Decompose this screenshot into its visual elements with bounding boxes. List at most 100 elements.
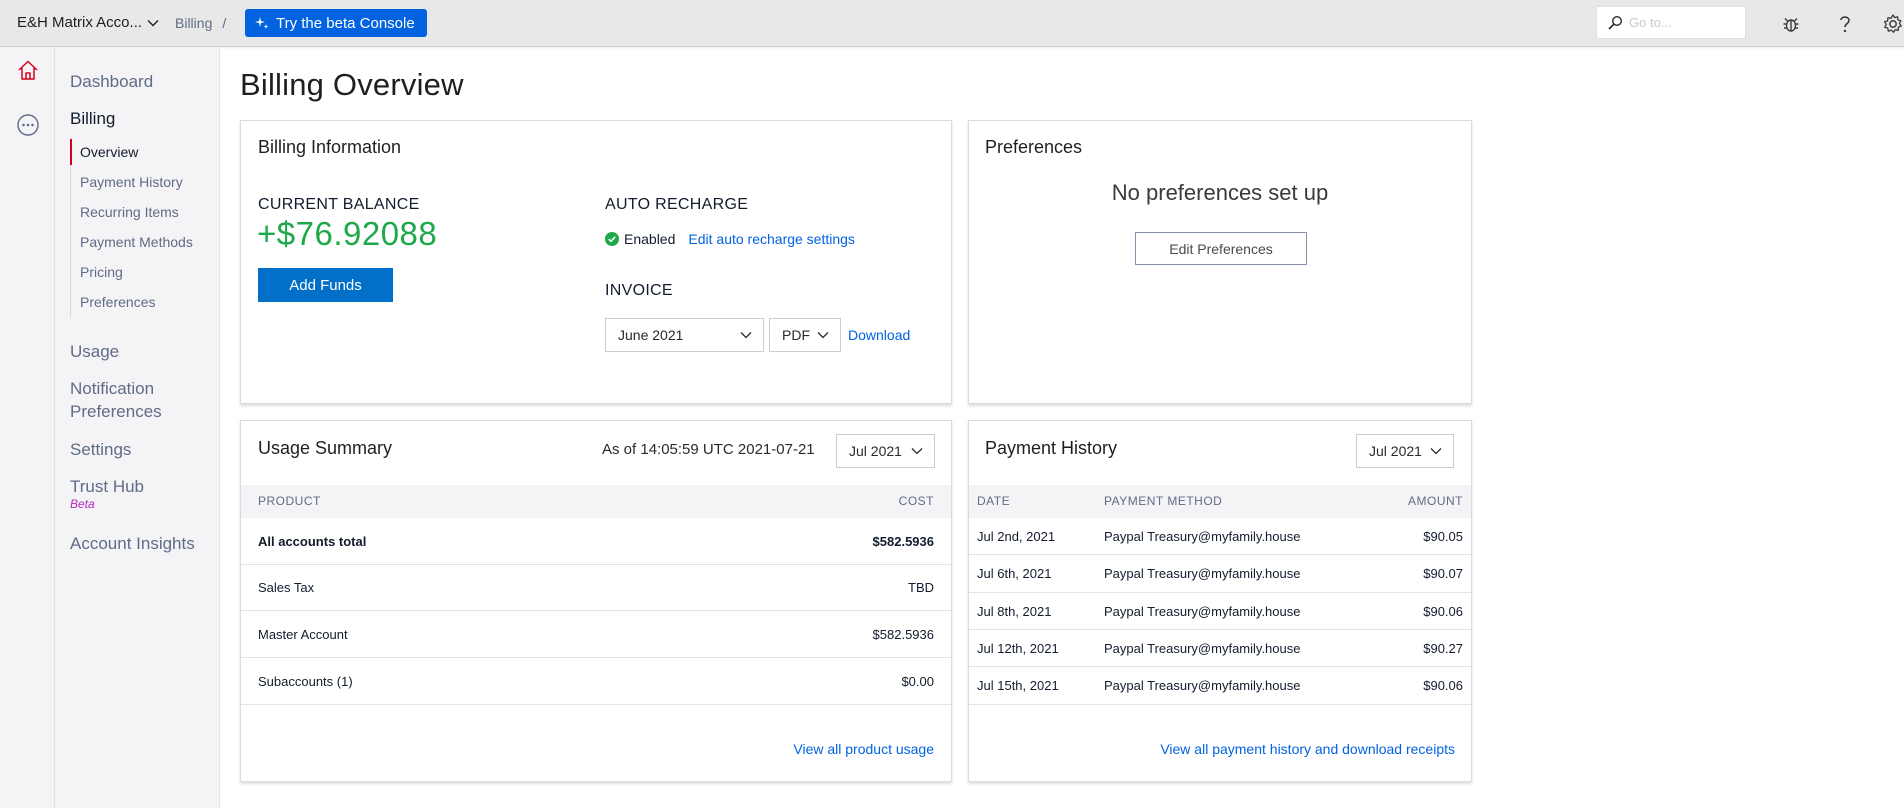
usage-summary-title: Usage Summary xyxy=(258,438,393,458)
try-beta-console-button[interactable]: Try the beta Console xyxy=(245,9,427,37)
nav-usage[interactable]: Usage xyxy=(70,340,119,363)
nav-sidebar: Dashboard Billing Overview Payment Histo… xyxy=(55,48,220,808)
invoice-month-select[interactable]: June 2021 xyxy=(605,318,764,352)
usage-product: All accounts total xyxy=(258,534,367,549)
auto-recharge-status: Enabled Edit auto recharge settings xyxy=(605,231,855,247)
nav-notification-preferences[interactable]: Notification Preferences xyxy=(70,377,162,423)
usage-cost: TBD xyxy=(908,580,934,595)
sparkle-icon xyxy=(255,17,269,29)
trust-hub-beta-badge: Beta xyxy=(70,497,95,511)
invoice-month-value: June 2021 xyxy=(618,327,684,343)
payment-date: Jul 12th, 2021 xyxy=(977,641,1059,656)
usage-cost: $582.5936 xyxy=(872,534,934,549)
edit-preferences-button[interactable]: Edit Preferences xyxy=(1135,232,1307,265)
help-icon[interactable] xyxy=(1834,13,1856,35)
top-bar: E&H Matrix Acco... Billing / Try the bet… xyxy=(0,0,1904,47)
usage-table-header: PRODUCT COST xyxy=(241,485,951,518)
chevron-down-icon xyxy=(740,332,752,339)
usage-row: Master Account $582.5936 xyxy=(241,611,951,658)
subnav-payment-methods[interactable]: Payment Methods xyxy=(71,227,210,257)
download-invoice-link[interactable]: Download xyxy=(848,327,910,343)
breadcrumb-billing[interactable]: Billing xyxy=(175,15,212,31)
payment-amount: $90.06 xyxy=(1423,604,1463,619)
beta-button-label: Try the beta Console xyxy=(276,14,415,32)
rail-more[interactable] xyxy=(0,105,55,145)
nav-billing[interactable]: Billing xyxy=(70,107,115,130)
account-name: E&H Matrix Acco... xyxy=(17,14,143,31)
payment-period-value: Jul 2021 xyxy=(1369,443,1422,459)
invoice-format-select[interactable]: PDF xyxy=(769,318,841,352)
chevron-down-icon xyxy=(911,448,923,455)
auto-recharge-label: AUTO RECHARGE xyxy=(605,196,749,213)
chevron-down-icon xyxy=(147,19,159,26)
col-product: PRODUCT xyxy=(258,494,321,508)
breadcrumb: Billing / xyxy=(175,15,226,31)
billing-subnav: Overview Payment History Recurring Items… xyxy=(70,137,210,317)
payment-date: Jul 15th, 2021 xyxy=(977,678,1059,693)
payment-period-select[interactable]: Jul 2021 xyxy=(1356,434,1454,468)
subnav-payment-history[interactable]: Payment History xyxy=(71,167,210,197)
main-content: Billing Overview Billing Information CUR… xyxy=(240,48,1904,808)
view-all-payment-history-link[interactable]: View all payment history and download re… xyxy=(1160,741,1455,757)
usage-row-total: All accounts total $582.5936 xyxy=(241,518,951,565)
subnav-overview[interactable]: Overview xyxy=(70,137,210,167)
payment-method: Paypal Treasury@myfamily.house xyxy=(1104,678,1301,693)
payment-method: Paypal Treasury@myfamily.house xyxy=(1104,604,1301,619)
payment-row: Jul 6th, 2021 Paypal Treasury@myfamily.h… xyxy=(969,555,1471,593)
home-icon xyxy=(17,60,38,80)
subnav-pricing[interactable]: Pricing xyxy=(71,257,210,287)
nav-trust-hub[interactable]: Trust Hub xyxy=(70,475,144,498)
rail-home[interactable] xyxy=(0,50,55,90)
usage-period-select[interactable]: Jul 2021 xyxy=(836,434,935,468)
icon-rail xyxy=(0,48,55,808)
settings-gear-icon[interactable] xyxy=(1882,13,1904,35)
payment-amount: $90.07 xyxy=(1423,566,1463,581)
no-preferences-message: No preferences set up xyxy=(1111,180,1329,205)
preferences-card: Preferences No preferences set up Edit P… xyxy=(968,120,1472,404)
subnav-preferences[interactable]: Preferences xyxy=(71,287,210,317)
payment-method: Paypal Treasury@myfamily.house xyxy=(1104,529,1301,544)
usage-product: Master Account xyxy=(258,627,348,642)
usage-row: Sales Tax TBD xyxy=(241,565,951,611)
search-input[interactable] xyxy=(1629,15,1739,30)
payment-amount: $90.27 xyxy=(1423,641,1463,656)
payment-table-header: DATE PAYMENT METHOD AMOUNT xyxy=(969,485,1471,518)
invoice-format-value: PDF xyxy=(782,327,810,343)
usage-as-of-timestamp: As of 14:05:59 UTC 2021-07-21 xyxy=(602,441,815,458)
nav-dashboard[interactable]: Dashboard xyxy=(70,70,153,93)
usage-summary-card: Usage Summary As of 14:05:59 UTC 2021-07… xyxy=(240,420,952,782)
usage-product: Subaccounts (1) xyxy=(258,674,353,689)
chevron-down-icon xyxy=(1430,448,1442,455)
payment-amount: $90.06 xyxy=(1423,678,1463,693)
nav-settings[interactable]: Settings xyxy=(70,438,131,461)
goto-search[interactable] xyxy=(1596,6,1746,39)
payment-method: Paypal Treasury@myfamily.house xyxy=(1104,566,1301,581)
usage-cost: $0.00 xyxy=(901,674,934,689)
add-funds-button[interactable]: Add Funds xyxy=(258,268,393,302)
subnav-recurring-items[interactable]: Recurring Items xyxy=(71,197,210,227)
breadcrumb-separator: / xyxy=(222,15,227,31)
billing-information-card: Billing Information CURRENT BALANCE +$76… xyxy=(240,120,952,404)
payment-method: Paypal Treasury@myfamily.house xyxy=(1104,641,1301,656)
payment-row: Jul 12th, 2021 Paypal Treasury@myfamily.… xyxy=(969,630,1471,667)
usage-period-value: Jul 2021 xyxy=(849,443,902,459)
preferences-title: Preferences xyxy=(985,137,1083,157)
payment-history-card: Payment History Jul 2021 DATE PAYMENT ME… xyxy=(968,420,1472,782)
payment-row: Jul 2nd, 2021 Paypal Treasury@myfamily.h… xyxy=(969,518,1471,555)
payment-row: Jul 15th, 2021 Paypal Treasury@myfamily.… xyxy=(969,667,1471,705)
payment-row: Jul 8th, 2021 Paypal Treasury@myfamily.h… xyxy=(969,593,1471,630)
bug-report-icon[interactable] xyxy=(1780,13,1802,35)
nav-account-insights[interactable]: Account Insights xyxy=(70,532,195,555)
edit-auto-recharge-link[interactable]: Edit auto recharge settings xyxy=(688,231,855,247)
payment-history-title: Payment History xyxy=(985,438,1118,458)
view-all-product-usage-link[interactable]: View all product usage xyxy=(793,741,934,757)
chevron-down-icon xyxy=(817,332,829,339)
payment-date: Jul 2nd, 2021 xyxy=(977,529,1056,544)
account-switcher[interactable]: E&H Matrix Acco... xyxy=(17,14,160,31)
col-date: DATE xyxy=(977,494,1011,508)
usage-row: Subaccounts (1) $0.00 xyxy=(241,658,951,705)
usage-cost: $582.5936 xyxy=(872,627,934,642)
auto-recharge-enabled-text: Enabled xyxy=(624,231,676,247)
search-icon xyxy=(1608,15,1623,30)
col-amount: AMOUNT xyxy=(1408,494,1463,508)
